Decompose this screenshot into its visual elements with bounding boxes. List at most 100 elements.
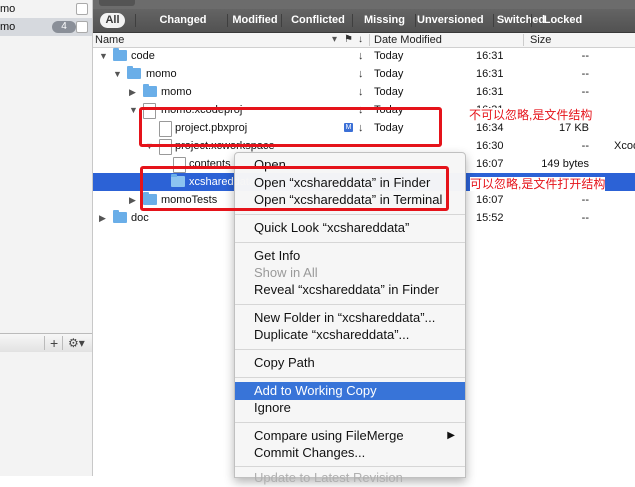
column-size[interactable]: Size: [530, 33, 551, 47]
row-name: code: [131, 50, 155, 62]
sidebar-lower-pane: [0, 352, 92, 476]
disclosure-closed-icon[interactable]: ▶: [129, 191, 136, 209]
menu-item-update-partial[interactable]: Update to Latest Revision: [235, 469, 465, 487]
menu-item-label: Copy Path: [254, 355, 315, 370]
divider: [493, 14, 494, 27]
annotation-box: [140, 166, 449, 211]
menu-separator: [235, 304, 465, 305]
menu-item-get-info[interactable]: Get Info: [235, 247, 465, 265]
sort-indicator-icon[interactable]: ▾: [332, 33, 337, 47]
menu-item-label: New Folder in “xcshareddata”...: [254, 310, 436, 325]
disclosure-open-icon[interactable]: ▼: [129, 101, 138, 119]
filter-missing[interactable]: Missing: [354, 13, 415, 28]
row-time: 16:07: [476, 158, 504, 170]
row-time: 16:31: [476, 50, 504, 62]
row-kind: Xcod: [614, 140, 635, 152]
row-size: --: [581, 50, 589, 62]
toolbar: [93, 0, 635, 9]
down-arrow-icon: ↓: [358, 86, 364, 98]
filter-all[interactable]: All: [100, 13, 125, 28]
sidebar-bottom-bar: + ⚙▾: [0, 333, 92, 353]
menu-item-duplicate[interactable]: Duplicate “xcshareddata”...: [235, 326, 465, 344]
menu-item-compare-filemerge[interactable]: Compare using FileMerge ▶: [235, 427, 465, 445]
table-row[interactable]: ▼ code ↓ Today 16:31 --: [93, 47, 635, 65]
menu-separator: [235, 377, 465, 378]
down-arrow-icon: ↓: [358, 50, 364, 62]
menu-item-reveal-in-finder[interactable]: Reveal “xcshareddata” in Finder: [235, 281, 465, 299]
table-row[interactable]: ▼ momo ↓ Today 16:31 --: [93, 65, 635, 83]
sidebar-item-label: mo: [0, 21, 16, 33]
disclosure-closed-icon[interactable]: ▶: [129, 83, 136, 101]
menu-item-ignore[interactable]: Ignore: [235, 399, 465, 417]
sidebar-item[interactable]: mo: [0, 0, 92, 18]
sidebar-checkbox[interactable]: [76, 3, 88, 15]
row-size: 149 bytes: [541, 158, 589, 170]
divider: [281, 14, 282, 27]
row-name: momo: [161, 86, 192, 98]
divider: [135, 14, 136, 27]
filter-bar: All Changed Modified Conflicted Missing …: [93, 9, 635, 33]
row-time: 16:31: [476, 68, 504, 80]
menu-item-label: Update to Latest Revision: [254, 470, 403, 485]
disclosure-open-icon[interactable]: ▼: [99, 47, 108, 65]
gear-icon[interactable]: ⚙▾: [68, 334, 85, 352]
menu-separator: [235, 422, 465, 423]
disclosure-open-icon[interactable]: ▼: [113, 65, 122, 83]
folder-icon: [143, 84, 157, 97]
row-size: --: [581, 86, 589, 98]
filter-changed[interactable]: Changed: [139, 13, 227, 28]
menu-item-label: Compare using FileMerge: [254, 428, 404, 443]
column-name[interactable]: Name: [95, 33, 124, 47]
folder-icon: [127, 66, 141, 79]
menu-item-add-to-working-copy[interactable]: Add to Working Copy: [235, 382, 465, 400]
sidebar: mo mo 4 + ⚙▾: [0, 0, 93, 476]
divider: [352, 14, 353, 27]
menu-item-new-folder[interactable]: New Folder in “xcshareddata”...: [235, 309, 465, 327]
filter-modified[interactable]: Modified: [229, 13, 281, 28]
folder-icon: [113, 210, 127, 223]
row-name: doc: [131, 212, 149, 224]
menu-separator: [235, 349, 465, 350]
menu-separator: [235, 242, 465, 243]
sidebar-item-selected[interactable]: mo 4: [0, 18, 92, 36]
divider: [44, 336, 45, 350]
arrow-column-icon[interactable]: ↓: [358, 33, 363, 47]
row-size: --: [581, 140, 589, 152]
filter-conflicted[interactable]: Conflicted: [283, 13, 353, 28]
filter-unversioned[interactable]: Unversioned: [417, 13, 484, 28]
divider: [415, 14, 416, 27]
flag-icon[interactable]: ⚑: [344, 33, 353, 47]
toolbar-button[interactable]: [99, 0, 135, 6]
filter-locked[interactable]: Locked: [533, 13, 593, 28]
column-date-modified[interactable]: Date Modified: [374, 33, 442, 47]
menu-item-label: Show in All: [254, 265, 318, 280]
menu-item-label: Reveal “xcshareddata” in Finder: [254, 282, 439, 297]
divider: [523, 34, 524, 46]
table-row[interactable]: ▶ momo ↓ Today 16:31 --: [93, 83, 635, 101]
divider: [531, 14, 532, 27]
row-size: --: [581, 68, 589, 80]
menu-item-label: Commit Changes...: [254, 445, 366, 460]
row-size: --: [581, 194, 589, 206]
menu-item-label: Duplicate “xcshareddata”...: [254, 327, 410, 342]
menu-item-label: Add to Working Copy: [254, 383, 377, 398]
submenu-arrow-icon: ▶: [447, 430, 455, 441]
row-date: Today: [374, 50, 404, 62]
disclosure-closed-icon[interactable]: ▶: [99, 209, 106, 227]
menu-item-quick-look[interactable]: Quick Look “xcshareddata”: [235, 219, 465, 237]
add-icon[interactable]: +: [50, 334, 58, 352]
row-size: --: [581, 212, 589, 224]
annotation-text: 不可以忽略,是文件结构: [469, 108, 593, 122]
menu-item-commit-changes[interactable]: Commit Changes...: [235, 444, 465, 462]
sidebar-checkbox[interactable]: [76, 21, 88, 33]
sidebar-item-label: mo: [0, 3, 16, 15]
folder-icon: [113, 48, 127, 61]
row-name: momo: [146, 68, 177, 80]
row-time: 16:31: [476, 86, 504, 98]
annotation-box: [139, 107, 442, 147]
menu-item-label: Quick Look “xcshareddata”: [254, 220, 410, 235]
menu-separator: [235, 466, 465, 467]
menu-item-label: Ignore: [254, 400, 291, 415]
divider: [227, 14, 228, 27]
menu-item-copy-path[interactable]: Copy Path: [235, 354, 465, 372]
